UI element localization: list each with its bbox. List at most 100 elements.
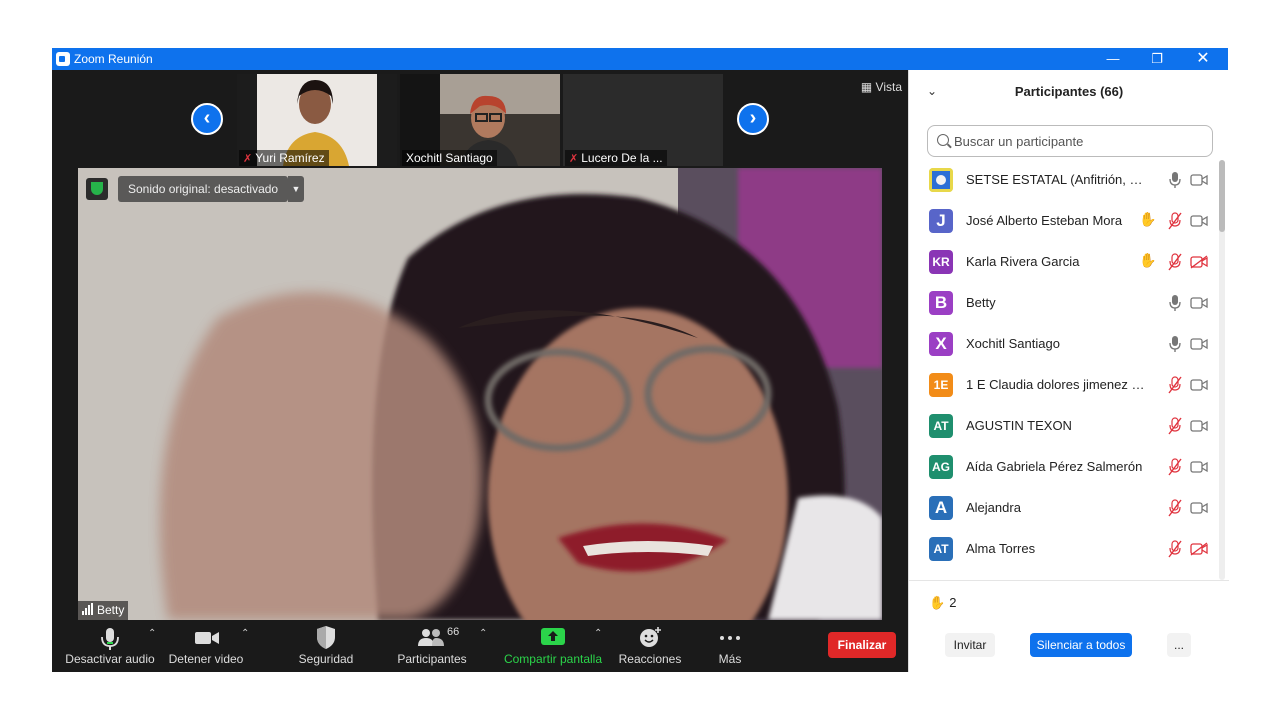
thumbnail-label: Xochitl Santiago (402, 150, 497, 166)
participant-name: Betty (966, 295, 996, 310)
participant-row[interactable]: AT AGUSTIN TEXON (909, 406, 1219, 447)
participant-row[interactable]: 1E 1 E Claudia dolores jimenez Re... (909, 365, 1219, 406)
end-meeting-button[interactable]: Finalizar (828, 632, 896, 658)
participants-button[interactable]: 66 Participantes ⌃ (392, 620, 487, 672)
avatar: A (929, 496, 953, 520)
participant-name: Alejandra (966, 500, 1021, 515)
participants-label: Participantes (397, 652, 467, 666)
video-camera-icon[interactable] (1190, 460, 1208, 474)
search-input[interactable] (954, 132, 1204, 150)
video-camera-icon[interactable] (1190, 337, 1208, 351)
microphone-muted-icon[interactable] (1167, 212, 1183, 230)
more-button[interactable]: Más (704, 620, 756, 672)
stop-video-button[interactable]: Detener video ⌃ (165, 620, 250, 672)
video-camera-off-icon[interactable] (1190, 255, 1208, 269)
avatar: KR (929, 250, 953, 274)
thumbnail-video[interactable]: Xochitl Santiago (400, 74, 560, 166)
next-page-button[interactable]: › (737, 103, 769, 135)
signal-bars-icon (82, 603, 94, 618)
mute-audio-button[interactable]: Desactivar audio ⌃ (60, 620, 160, 672)
zoom-window: Zoom Reunión — ❐ ✕ ‹ ✗ Yuri Ramírez Xoch… (52, 48, 1229, 672)
stop-video-label: Detener video (168, 652, 244, 666)
participant-row[interactable]: X Xochitl Santiago (909, 324, 1219, 365)
title-bar: Zoom Reunión — ❐ ✕ (52, 48, 1228, 70)
restore-button[interactable]: ❐ (1134, 48, 1180, 70)
panel-more-button[interactable]: ... (1167, 633, 1191, 657)
prev-page-button[interactable]: ‹ (191, 103, 223, 135)
avatar: AT (929, 537, 953, 561)
microphone-muted-icon[interactable] (1167, 417, 1183, 435)
video-camera-icon[interactable] (1190, 214, 1208, 228)
mute-all-button[interactable]: Silenciar a todos (1030, 633, 1132, 657)
thumbnail-video[interactable]: ✗ Lucero De la ... (563, 74, 723, 166)
close-button[interactable]: ✕ (1180, 48, 1226, 70)
share-screen-icon (541, 628, 565, 645)
share-screen-button[interactable]: Compartir pantalla ⌃ (502, 620, 604, 672)
microphone-muted-icon[interactable] (1167, 376, 1183, 394)
reactions-button[interactable]: Reacciones (615, 620, 685, 672)
chevron-up-icon[interactable]: ⌃ (594, 628, 602, 639)
raised-hands-count: 2 (949, 595, 957, 610)
panel-title: Participantes (66) (1014, 84, 1124, 99)
participants-panel: ⌄ Participantes (66) SETSE ESTATAL (Anfi… (908, 70, 1229, 672)
chevron-up-icon[interactable]: ⌃ (479, 628, 487, 639)
participant-list-scrollbar[interactable] (1219, 160, 1225, 580)
minimize-button[interactable]: — (1090, 48, 1136, 70)
microphone-muted-icon[interactable] (1167, 499, 1183, 517)
participant-name: SETSE ESTATAL (Anfitrión, yo) (966, 172, 1146, 187)
microphone-icon[interactable] (1167, 171, 1183, 189)
chevron-up-icon[interactable]: ⌃ (241, 628, 249, 639)
video-camera-icon[interactable] (1190, 296, 1208, 310)
participant-row[interactable]: AT Alma Torres (909, 529, 1219, 570)
avatar (929, 168, 953, 192)
participant-name: Alma Torres (966, 541, 1036, 556)
chevron-up-icon[interactable]: ⌃ (148, 628, 156, 639)
participant-name: Aída Gabriela Pérez Salmerón (966, 459, 1143, 474)
thumbnail-video[interactable]: ✗ Yuri Ramírez (237, 74, 397, 166)
security-shield-icon (86, 178, 108, 200)
speaker-video-image (78, 168, 882, 620)
meeting-toolbar: Desactivar audio ⌃ Detener video ⌃ Segur… (52, 620, 908, 672)
original-sound-toggle[interactable]: Sonido original: desactivado (118, 176, 289, 202)
muted-mic-icon: ✗ (243, 153, 253, 165)
participant-row[interactable]: J José Alberto Esteban Mora ✋ (909, 201, 1219, 242)
participant-row[interactable]: KR Karla Rivera Garcia ✋ (909, 242, 1219, 283)
thumbnail-label: ✗ Lucero De la ... (565, 150, 667, 166)
microphone-muted-icon[interactable] (1167, 540, 1183, 558)
view-button[interactable]: ▦ Vista (861, 80, 902, 94)
participant-row[interactable]: B Betty (909, 283, 1219, 324)
speaker-name-tag: Betty (78, 601, 129, 620)
video-camera-icon[interactable] (1190, 378, 1208, 392)
participant-row[interactable]: A Alejandra (909, 488, 1219, 529)
video-camera-icon[interactable] (1190, 501, 1208, 515)
microphone-icon[interactable] (1167, 294, 1183, 312)
scrollbar-thumb[interactable] (1219, 160, 1225, 232)
participant-search[interactable] (927, 125, 1213, 157)
microphone-muted-icon[interactable] (1167, 458, 1183, 476)
panel-footer: ✋ 2 Invitar Silenciar a todos ... (909, 580, 1229, 672)
main-video[interactable]: Sonido original: desactivado ▼ Betty (78, 168, 882, 620)
participants-count-badge: 66 (447, 626, 460, 638)
video-area: ‹ ✗ Yuri Ramírez Xochitl Santiago ✗ Luce… (52, 70, 908, 672)
participant-row[interactable]: AG Aída Gabriela Pérez Salmerón (909, 447, 1219, 488)
thumbnail-label: ✗ Yuri Ramírez (239, 150, 329, 166)
raised-hand-icon: ✋ (1139, 211, 1157, 227)
video-camera-icon[interactable] (1190, 419, 1208, 433)
reactions-label: Reacciones (618, 652, 682, 666)
microphone-icon[interactable] (1167, 335, 1183, 353)
search-icon (937, 134, 949, 146)
avatar: J (929, 209, 953, 233)
invite-button[interactable]: Invitar (945, 633, 995, 657)
video-camera-icon[interactable] (1190, 173, 1208, 187)
microphone-muted-icon[interactable] (1167, 253, 1183, 271)
share-screen-label: Compartir pantalla (503, 652, 603, 666)
security-button[interactable]: Seguridad (290, 620, 362, 672)
raised-hands-summary: ✋ 2 (929, 595, 956, 611)
participant-row[interactable]: SETSE ESTATAL (Anfitrión, yo) (909, 160, 1219, 201)
chevron-down-icon[interactable]: ▼ (288, 176, 304, 202)
avatar: B (929, 291, 953, 315)
security-label: Seguridad (298, 652, 354, 666)
view-label: Vista (875, 80, 902, 94)
video-camera-off-icon[interactable] (1190, 542, 1208, 556)
panel-header: ⌄ Participantes (66) (909, 70, 1229, 114)
